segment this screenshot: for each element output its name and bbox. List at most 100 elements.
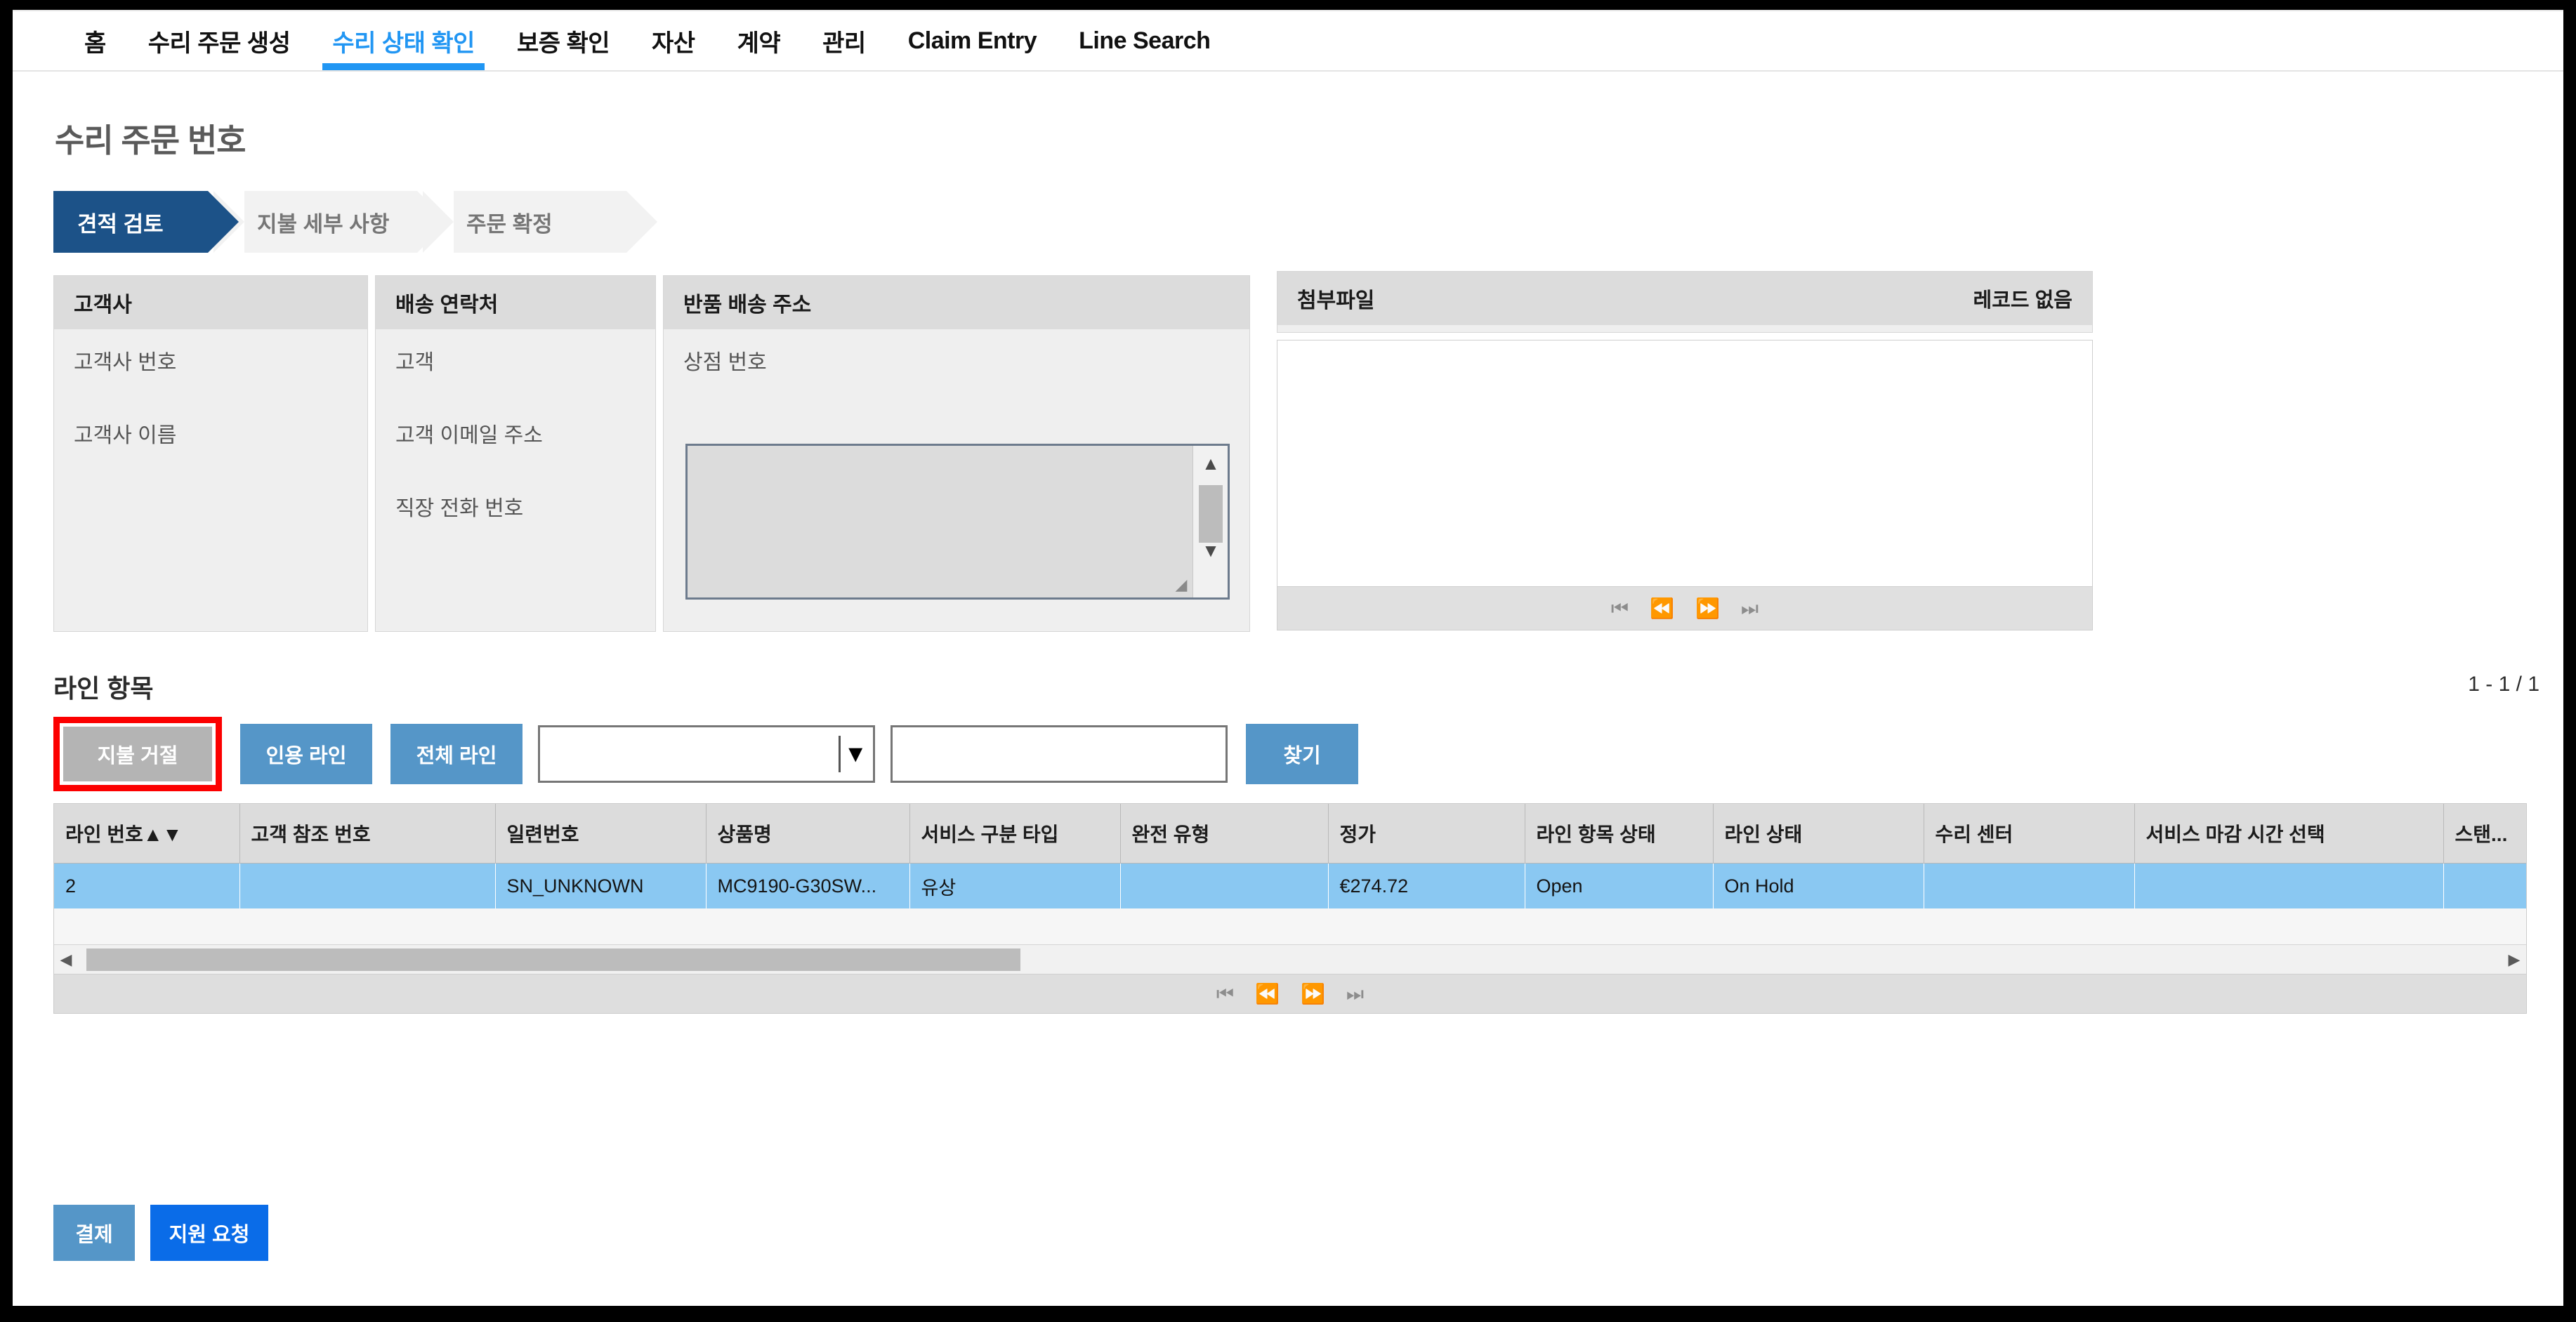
col-serial-number[interactable]: 일련번호	[495, 804, 707, 864]
payment-button[interactable]: 결제	[53, 1205, 135, 1261]
nav-item-create-repair-order[interactable]: 수리 주문 생성	[127, 11, 312, 70]
quote-line-button[interactable]: 인용 라인	[240, 724, 372, 784]
scroll-right-arrow-icon[interactable]: ▶	[2502, 951, 2526, 969]
grid-hscroll-thumb[interactable]	[86, 948, 1020, 971]
find-button[interactable]: 찾기	[1246, 724, 1358, 784]
cell-serial-number: SN_UNKNOWN	[495, 863, 707, 908]
wizard-step-payment-details[interactable]: 지불 세부 사항	[213, 191, 448, 253]
shipping-contact-panel-header: 배송 연락처	[376, 276, 655, 329]
all-lines-button[interactable]: 전체 라인	[390, 724, 523, 784]
return-address-textarea[interactable]: ▲ ▼ ◢	[685, 444, 1230, 600]
col-repair-center[interactable]: 수리 센터	[1924, 804, 2135, 864]
return-address-scrollbar[interactable]: ▲ ▼	[1192, 446, 1228, 597]
nav-item-assets[interactable]: 자산	[631, 11, 716, 70]
first-page-icon[interactable]: ⏮	[1611, 598, 1629, 619]
col-line-status[interactable]: 라인 상태	[1713, 804, 1924, 864]
cell-list-price: €274.72	[1328, 863, 1525, 908]
resize-grip-icon[interactable]: ◢	[1171, 575, 1191, 595]
nav-item-label: 보증 확인	[516, 29, 610, 57]
line-items-record-count: 1 - 1 / 1	[2468, 673, 2539, 696]
customer-panel: 고객사 고객사 번호 고객사 이름	[53, 275, 368, 632]
search-input[interactable]	[893, 727, 1225, 781]
attachments-panel: 첨부파일 레코드 없음	[1277, 271, 2093, 333]
last-page-icon[interactable]: ⏭	[1741, 598, 1759, 619]
cell-service-deadline	[2134, 863, 2444, 908]
cell-line-number: 2	[54, 863, 240, 908]
col-standard[interactable]: 스탠...	[2443, 804, 2526, 864]
cell-service-category-type: 유상	[909, 863, 1121, 908]
col-list-price[interactable]: 정가	[1328, 804, 1525, 864]
return-address-panel-body: 상점 번호	[664, 329, 1249, 376]
wizard-step-label: 지불 세부 사항	[257, 211, 390, 237]
table-row[interactable]: 2 SN_UNKNOWN MC9190-G30SW... 유상 €274.72 …	[54, 863, 2526, 908]
scroll-down-arrow-icon[interactable]: ▼	[1193, 536, 1228, 565]
col-line-number[interactable]: 라인 번호▲▼	[54, 804, 240, 864]
line-items-toolbar: 지불 거절 인용 라인 전체 라인 ▼ 찾기	[53, 717, 1358, 791]
wizard-steps: 견적 검토 지불 세부 사항 주문 확정	[53, 191, 657, 253]
nav-item-label: Line Search	[1079, 27, 1211, 54]
cell-repair-center	[1924, 863, 2135, 908]
first-page-icon[interactable]: ⏮	[1216, 984, 1234, 1004]
contact-email-label: 고객 이메일 주소	[395, 424, 543, 447]
nav-item-claim-entry[interactable]: Claim Entry	[887, 11, 1058, 70]
page-title: 수리 주문 번호	[55, 122, 246, 159]
customer-name-label: 고객사 이름	[74, 424, 177, 447]
nav-item-admin[interactable]: 관리	[801, 11, 887, 70]
filter-field-select[interactable]: ▼	[538, 725, 875, 783]
footer-actions: 결제 지원 요청	[53, 1205, 268, 1261]
nav-item-check-repair-status[interactable]: 수리 상태 확인	[311, 11, 496, 70]
nav-item-label: 수리 상태 확인	[332, 29, 475, 57]
wizard-step-quote-review[interactable]: 견적 검토	[53, 191, 239, 253]
nav-item-label: 수리 주문 생성	[147, 29, 291, 57]
nav-item-contracts[interactable]: 계약	[716, 11, 802, 70]
customer-panel-header: 고객사	[54, 276, 367, 329]
attachments-panel-title: 첨부파일	[1297, 289, 1375, 312]
next-page-icon[interactable]: ⏩	[1301, 984, 1325, 1004]
attachments-panel-header: 첨부파일 레코드 없음	[1277, 272, 2092, 325]
wizard-step-label: 견적 검토	[77, 211, 164, 237]
cell-line-status: On Hold	[1713, 863, 1924, 908]
wizard-step-label: 주문 확정	[466, 211, 553, 237]
customer-panel-title: 고객사	[74, 293, 132, 317]
scrollbar-thumb[interactable]	[1199, 485, 1223, 543]
return-address-panel-header: 반품 배송 주소	[664, 276, 1249, 329]
reject-payment-highlight: 지불 거절	[53, 717, 222, 791]
col-completion-type[interactable]: 완전 유형	[1120, 804, 1329, 864]
return-address-panel-title: 반품 배송 주소	[683, 293, 812, 317]
store-number-label: 상점 번호	[683, 351, 767, 374]
support-request-button[interactable]: 지원 요청	[150, 1205, 268, 1261]
next-page-icon[interactable]: ⏩	[1695, 598, 1720, 619]
cell-customer-reference-number	[239, 863, 496, 908]
col-line-item-status[interactable]: 라인 항목 상태	[1525, 804, 1714, 864]
select-divider	[839, 736, 841, 772]
col-customer-reference-number[interactable]: 고객 참조 번호	[239, 804, 496, 864]
nav-item-label: Claim Entry	[907, 27, 1037, 54]
prev-page-icon[interactable]: ⏪	[1650, 598, 1674, 619]
prev-page-icon[interactable]: ⏪	[1255, 984, 1280, 1004]
line-items-grid: 라인 번호▲▼ 고객 참조 번호 일련번호 상품명 서비스 구분 타입 완전 유…	[53, 803, 2527, 1014]
nav-item-warranty-check[interactable]: 보증 확인	[496, 11, 631, 70]
scroll-left-arrow-icon[interactable]: ◀	[54, 951, 78, 969]
nav-item-home[interactable]: 홈	[63, 11, 127, 70]
last-page-icon[interactable]: ⏭	[1346, 984, 1364, 1004]
reject-payment-button[interactable]: 지불 거절	[63, 727, 212, 781]
col-service-category-type[interactable]: 서비스 구분 타입	[909, 804, 1121, 864]
nav-item-line-search[interactable]: Line Search	[1058, 11, 1231, 70]
chevron-down-icon[interactable]: ▼	[843, 742, 867, 766]
shipping-contact-panel: 배송 연락처 고객 고객 이메일 주소 직장 전화 번호	[375, 275, 656, 632]
wizard-step-order-confirm[interactable]: 주문 확정	[423, 191, 657, 253]
col-service-deadline-select[interactable]: 서비스 마감 시간 선택	[2134, 804, 2444, 864]
grid-horizontal-scrollbar[interactable]: ◀ ▶	[54, 944, 2526, 974]
grid-pager: ⏮ ⏪ ⏩ ⏭	[54, 974, 2526, 1013]
scroll-up-arrow-icon[interactable]: ▲	[1193, 449, 1228, 478]
contact-work-phone-label: 직장 전화 번호	[395, 497, 524, 520]
contact-customer-label: 고객	[395, 351, 435, 374]
col-product-name[interactable]: 상품명	[706, 804, 910, 864]
search-input-wrap[interactable]	[891, 725, 1228, 783]
cell-completion-type	[1120, 863, 1329, 908]
app-page: 홈 수리 주문 생성 수리 상태 확인 보증 확인 자산 계약 관리 Claim…	[13, 10, 2563, 1306]
grid-hscroll-track[interactable]	[78, 947, 2502, 972]
attachments-list-area: ⏮ ⏪ ⏩ ⏭	[1277, 340, 2093, 630]
main-navigation-bar: 홈 수리 주문 생성 수리 상태 확인 보증 확인 자산 계약 관리 Claim…	[13, 10, 2563, 72]
customer-panel-body: 고객사 번호 고객사 이름	[54, 329, 367, 449]
